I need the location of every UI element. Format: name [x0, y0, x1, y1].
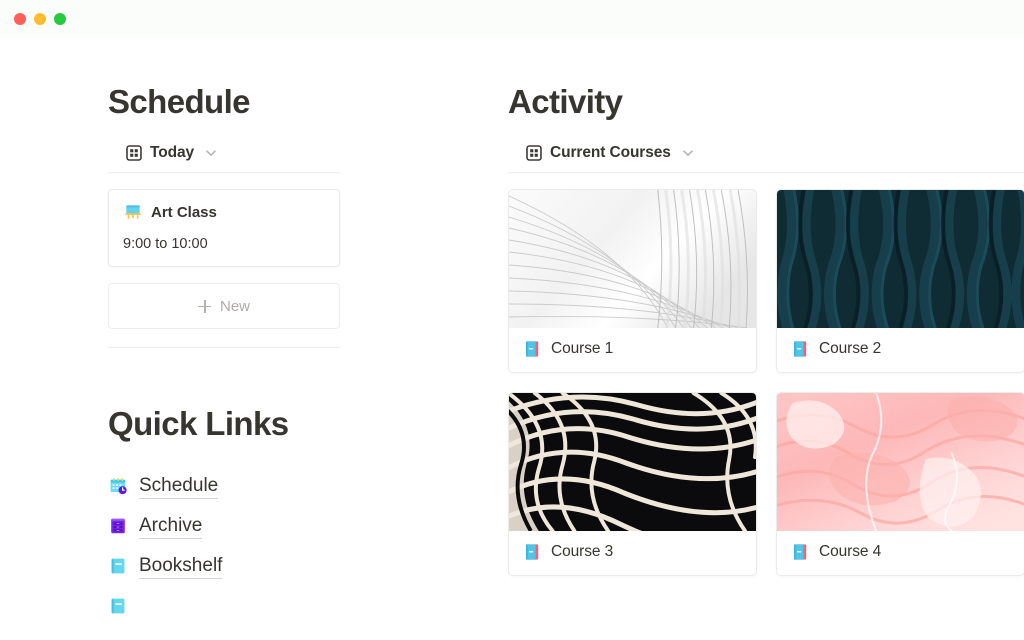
quick-link-item-bookshelf[interactable]: Bookshelf	[108, 546, 448, 586]
notebook-emoji	[790, 339, 810, 359]
course-gallery: Course 1 Course 2 Course 3 Course 4	[508, 173, 1024, 576]
course-card-name: Course 4	[819, 543, 882, 560]
table-grid-icon	[126, 145, 142, 161]
course-card-footer: Course 4	[777, 531, 1024, 575]
course-cover-image	[777, 190, 1024, 337]
activity-page-title: Activity	[508, 83, 623, 120]
left-column: Schedule Today Art Class 9:00 to 10:00 N…	[108, 82, 448, 626]
course-card[interactable]: Course 2	[776, 189, 1024, 373]
course-card[interactable]: Course 4	[776, 392, 1024, 576]
new-event-button[interactable]: New	[108, 283, 340, 329]
schedule-view-label: Today	[150, 144, 194, 161]
chevron-down-icon[interactable]	[204, 146, 218, 160]
two-column-layout: Schedule Today Art Class 9:00 to 10:00 N…	[0, 37, 1024, 626]
quick-links-list: Schedule Archive Bookshelf	[108, 466, 448, 626]
quick-link-label: Bookshelf	[139, 554, 223, 579]
quick-link-item-partial[interactable]	[108, 586, 448, 626]
course-cover-image	[509, 393, 756, 552]
course-card-name: Course 1	[551, 340, 614, 357]
course-card-name: Course 2	[819, 340, 882, 357]
window-minimize-button[interactable]	[34, 12, 46, 25]
calendar-clock-emoji	[108, 476, 128, 496]
course-card[interactable]: Course 1	[508, 189, 757, 373]
schedule-event-list: Art Class 9:00 to 10:00 New	[108, 173, 448, 348]
schedule-view-header[interactable]: Today	[108, 144, 448, 172]
window-zoom-button[interactable]	[54, 12, 66, 25]
artist-easel-emoji	[123, 202, 143, 222]
page-content: Schedule Today Art Class 9:00 to 10:00 N…	[0, 37, 1024, 640]
file-cabinet-emoji	[108, 516, 128, 536]
notebook-emoji	[522, 542, 542, 562]
schedule-event-card[interactable]: Art Class 9:00 to 10:00	[108, 189, 340, 267]
window-close-button[interactable]	[14, 12, 26, 25]
schedule-event-time: 9:00 to 10:00	[123, 236, 208, 252]
notebook-emoji	[790, 542, 810, 562]
quick-link-item-schedule[interactable]: Schedule	[108, 466, 448, 506]
activity-view-header[interactable]: Current Courses	[508, 144, 1024, 172]
quick-link-label: Schedule	[139, 474, 219, 499]
course-cover-image	[509, 190, 756, 329]
new-event-label: New	[219, 297, 250, 315]
course-card-footer: Course 1	[509, 328, 756, 372]
course-cover-image	[777, 393, 1024, 532]
schedule-event-header: Art Class	[123, 202, 325, 222]
quick-links-section: Quick Links Schedule Archive Bookshelf	[108, 404, 448, 626]
plus-icon	[197, 299, 211, 313]
right-column: Activity Current Courses Course 1 Course…	[508, 82, 1024, 626]
course-card-name: Course 3	[551, 543, 614, 560]
quick-link-label: Archive	[139, 514, 203, 539]
course-card-footer: Course 3	[509, 531, 756, 575]
schedule-bottom-divider	[108, 347, 340, 348]
notebook-emoji	[522, 339, 542, 359]
course-card-footer: Course 2	[777, 328, 1024, 372]
quick-links-title: Quick Links	[108, 405, 289, 442]
blue-book-emoji	[108, 556, 128, 576]
window-titlebar	[0, 0, 1024, 37]
schedule-page-title: Schedule	[108, 83, 251, 120]
quick-link-item-archive[interactable]: Archive	[108, 506, 448, 546]
schedule-event-title: Art Class	[151, 203, 217, 221]
chevron-down-icon[interactable]	[681, 146, 695, 160]
activity-view-label: Current Courses	[550, 144, 671, 161]
course-card[interactable]: Course 3	[508, 392, 757, 576]
blue-book-emoji	[108, 596, 128, 616]
table-grid-icon	[526, 145, 542, 161]
